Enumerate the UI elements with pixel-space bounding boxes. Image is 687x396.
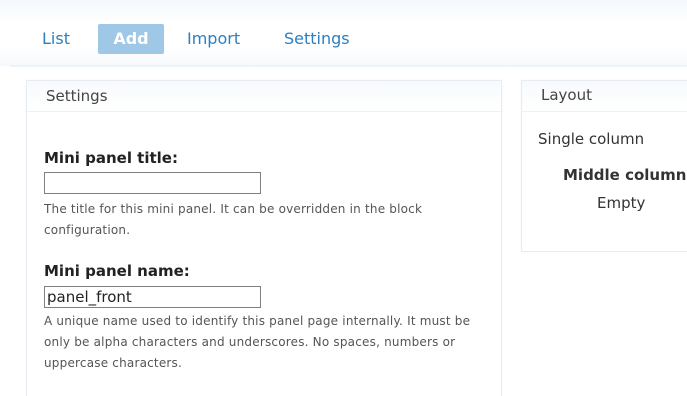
middle-column-content: Empty — [597, 194, 646, 212]
mini-panel-name-label: Mini panel name: — [44, 262, 190, 280]
settings-legend: Settings — [46, 87, 108, 105]
layout-legend: Layout — [541, 86, 592, 104]
tab-list[interactable]: List — [42, 24, 70, 54]
layout-name: Single column — [538, 130, 645, 148]
tab-settings[interactable]: Settings — [284, 24, 350, 54]
tab-import[interactable]: Import — [187, 24, 240, 54]
mini-panel-title-input[interactable] — [44, 172, 261, 194]
mini-panel-name-input[interactable] — [44, 286, 261, 308]
mini-panel-title-description: The title for this mini panel. It can be… — [44, 202, 423, 237]
mini-panel-title-label: Mini panel title: — [44, 149, 178, 167]
layout-fieldset: Layout Single column Middle column Empty — [521, 80, 687, 252]
tab-add[interactable]: Add — [98, 24, 164, 54]
settings-fieldset: Settings Mini panel title: The title for… — [26, 80, 502, 396]
mini-panel-name-description: A unique name used to identify this pane… — [44, 314, 471, 370]
tab-bar-divider — [10, 65, 687, 67]
middle-column-title: Middle column — [563, 166, 687, 184]
